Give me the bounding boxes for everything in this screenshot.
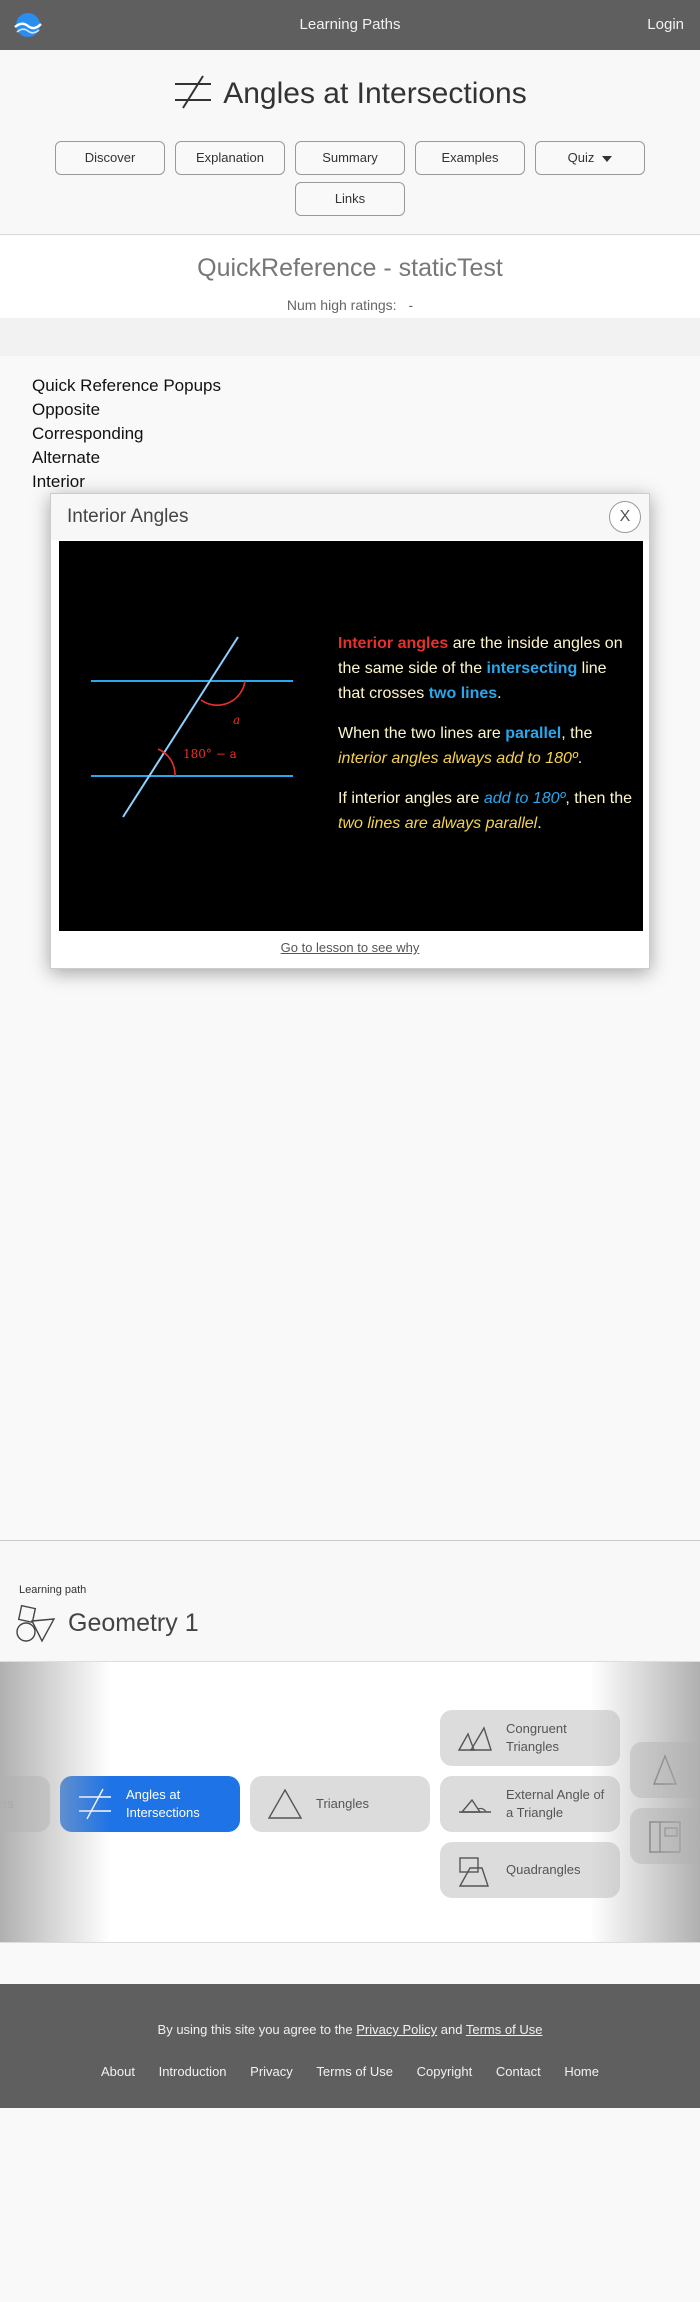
popup-title: Interior Angles — [67, 506, 189, 527]
section-divider-band — [0, 318, 700, 356]
path-node-label: Angles at Intersections — [126, 1787, 200, 1820]
footer-link-about[interactable]: About — [101, 2064, 135, 2079]
paragraph-parallel: When the two lines are parallel, the int… — [338, 721, 636, 771]
footer-links: About Introduction Privacy Terms of Use … — [0, 2064, 700, 2079]
site-title[interactable]: Learning Paths — [0, 0, 700, 50]
page-footer: By using this site you agree to the Priv… — [0, 1984, 700, 2108]
interior-angles-popup: Interior Angles X a 180° − a Interior an… — [50, 493, 650, 969]
tab-discover[interactable]: Discover — [55, 141, 165, 175]
caret-down-icon — [602, 155, 613, 162]
quick-reference-header: QuickReference - staticTest Num high rat… — [0, 236, 700, 318]
paragraph-definition: Interior angles are the inside angles on… — [338, 631, 636, 706]
list-item-interior[interactable]: Interior — [32, 470, 221, 494]
ratings-value: - — [408, 297, 414, 313]
tab-quiz-dropdown[interactable]: Quiz — [535, 141, 645, 175]
list-item-opposite[interactable]: Opposite — [32, 398, 221, 422]
list-item-alternate[interactable]: Alternate — [32, 446, 221, 470]
term-add-to-180: add to 180º — [483, 790, 566, 807]
emphasis-add-to-180: interior angles always add to 180º — [338, 750, 578, 767]
angle-b-arc — [157, 748, 176, 777]
lesson-title-text: Angles at Intersections — [223, 77, 527, 110]
privacy-policy-link[interactable]: Privacy Policy — [356, 2022, 437, 2037]
footer-link-privacy[interactable]: Privacy — [250, 2064, 293, 2079]
agreement-text: By using this site you agree to the — [157, 2022, 357, 2037]
terms-of-use-link[interactable]: Terms of Use — [466, 2022, 543, 2037]
tab-summary[interactable]: Summary — [295, 141, 405, 175]
footer-link-home[interactable]: Home — [564, 2064, 599, 2079]
transversal-line — [122, 636, 239, 818]
triangle-icon — [268, 1788, 302, 1819]
agreement-text: and — [437, 2022, 466, 2037]
footer-link-introduction[interactable]: Introduction — [159, 2064, 227, 2079]
geometry-shapes-icon — [16, 1605, 56, 1643]
go-to-lesson-link[interactable]: Go to lesson to see why — [51, 940, 649, 955]
intersecting-lines-icon — [175, 75, 212, 109]
term-parallel: parallel — [505, 725, 562, 742]
popup-explanation-text: Interior angles are the inside angles on… — [338, 631, 636, 851]
popup-content-panel: a 180° − a Interior angles are the insid… — [59, 541, 643, 931]
external-angle-icon — [459, 1798, 491, 1813]
text-fragment: If interior angles are — [338, 790, 484, 807]
popup-list: Quick Reference Popups Opposite Correspo… — [32, 374, 221, 494]
text-fragment: . — [537, 815, 542, 832]
congruent-triangles-icon — [458, 1726, 492, 1751]
text-fragment: . — [497, 685, 502, 702]
terms-agreement: By using this site you agree to the Priv… — [0, 2022, 700, 2037]
login-link[interactable]: Login — [647, 0, 684, 50]
angle-a-label: a — [233, 713, 240, 727]
footer-link-contact[interactable]: Contact — [496, 2064, 541, 2079]
text-fragment: , then the — [565, 790, 633, 807]
paragraph-converse: If interior angles are add to 180º, then… — [338, 786, 636, 836]
term-two-lines: two lines — [428, 685, 498, 702]
tab-examples[interactable]: Examples — [415, 141, 525, 175]
angle-b-label: 180° − a — [183, 747, 237, 761]
term-intersecting: intersecting — [486, 660, 578, 677]
learning-path-carousel[interactable]: es Angles at Intersections Triangles Con… — [0, 1661, 700, 1943]
text-fragment: When the two lines are — [338, 725, 506, 742]
learning-path-label: Learning path — [19, 1584, 87, 1596]
tab-explanation[interactable]: Explanation — [175, 141, 285, 175]
list-heading: Quick Reference Popups — [32, 376, 221, 395]
path-node-triangles[interactable]: Triangles — [250, 1776, 430, 1832]
quadrangles-icon — [458, 1857, 489, 1887]
footer-link-terms[interactable]: Terms of Use — [316, 2064, 393, 2079]
term-interior-angles: Interior angles — [338, 635, 449, 652]
path-node-label: Triangles — [316, 1796, 369, 1811]
carousel-fade-right — [590, 1662, 700, 1942]
learning-path-title: Geometry 1 — [68, 1609, 199, 1637]
carousel-fade-left — [0, 1662, 110, 1942]
list-item-corresponding[interactable]: Corresponding — [32, 422, 221, 446]
text-fragment: , the — [561, 725, 593, 742]
emphasis-always-parallel: two lines are always parallel — [338, 815, 538, 832]
interior-angles-diagram: a 180° − a — [91, 636, 293, 818]
footer-link-copyright[interactable]: Copyright — [417, 2064, 473, 2079]
ratings-label: Num high ratings: — [286, 297, 397, 313]
close-button[interactable]: X — [609, 501, 641, 533]
quick-reference-title: QuickReference - staticTest — [197, 254, 503, 282]
learning-path-section: Learning path Geometry 1 es Angles at In… — [0, 1540, 700, 1943]
text-fragment: . — [577, 750, 583, 767]
ratings-row: Num high ratings: - — [0, 297, 700, 313]
tab-quiz-label: Quiz — [567, 150, 595, 165]
path-node-label: Quadrangles — [506, 1862, 581, 1877]
tab-links[interactable]: Links — [295, 182, 405, 216]
lesson-header: Angles at Intersections Discover Explana… — [0, 50, 700, 235]
top-navbar: Learning Paths Login — [0, 0, 700, 50]
popup-header: Interior Angles X — [51, 494, 649, 540]
lesson-title: Angles at Intersections — [0, 75, 700, 111]
